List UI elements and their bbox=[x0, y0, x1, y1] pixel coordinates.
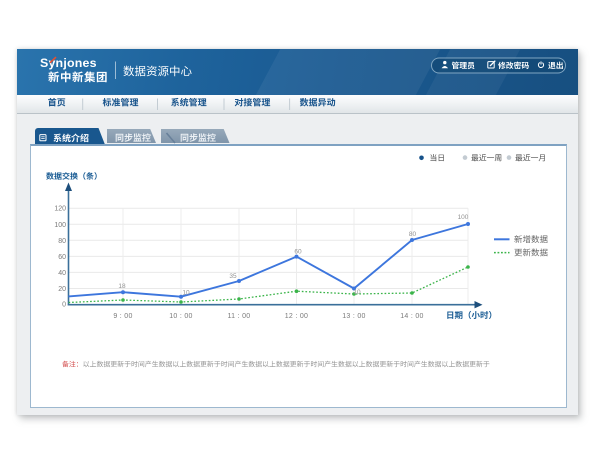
svg-text:100: 100 bbox=[458, 214, 469, 221]
svg-text:12 : 00: 12 : 00 bbox=[285, 313, 309, 320]
svg-text:14 : 00: 14 : 00 bbox=[400, 313, 424, 320]
svg-text:60: 60 bbox=[294, 249, 302, 256]
svg-text:80: 80 bbox=[58, 238, 66, 245]
svg-text:9 : 00: 9 : 00 bbox=[113, 313, 132, 320]
svg-text:80: 80 bbox=[409, 231, 417, 238]
svg-text:20: 20 bbox=[58, 286, 66, 293]
svg-text:120: 120 bbox=[54, 206, 66, 213]
svg-text:100: 100 bbox=[54, 222, 66, 229]
svg-text:11 : 00: 11 : 00 bbox=[228, 313, 251, 320]
svg-text:35: 35 bbox=[229, 273, 237, 280]
svg-text:60: 60 bbox=[58, 254, 66, 261]
svg-text:0: 0 bbox=[62, 302, 66, 309]
svg-text:10 : 00: 10 : 00 bbox=[169, 313, 193, 320]
svg-text:Synjones: Synjones bbox=[40, 56, 97, 70]
svg-text:10: 10 bbox=[353, 289, 361, 296]
svg-text:10: 10 bbox=[182, 290, 190, 297]
svg-text:13 : 00: 13 : 00 bbox=[342, 313, 366, 320]
svg-text:40: 40 bbox=[58, 270, 66, 277]
svg-text:18: 18 bbox=[118, 283, 126, 290]
